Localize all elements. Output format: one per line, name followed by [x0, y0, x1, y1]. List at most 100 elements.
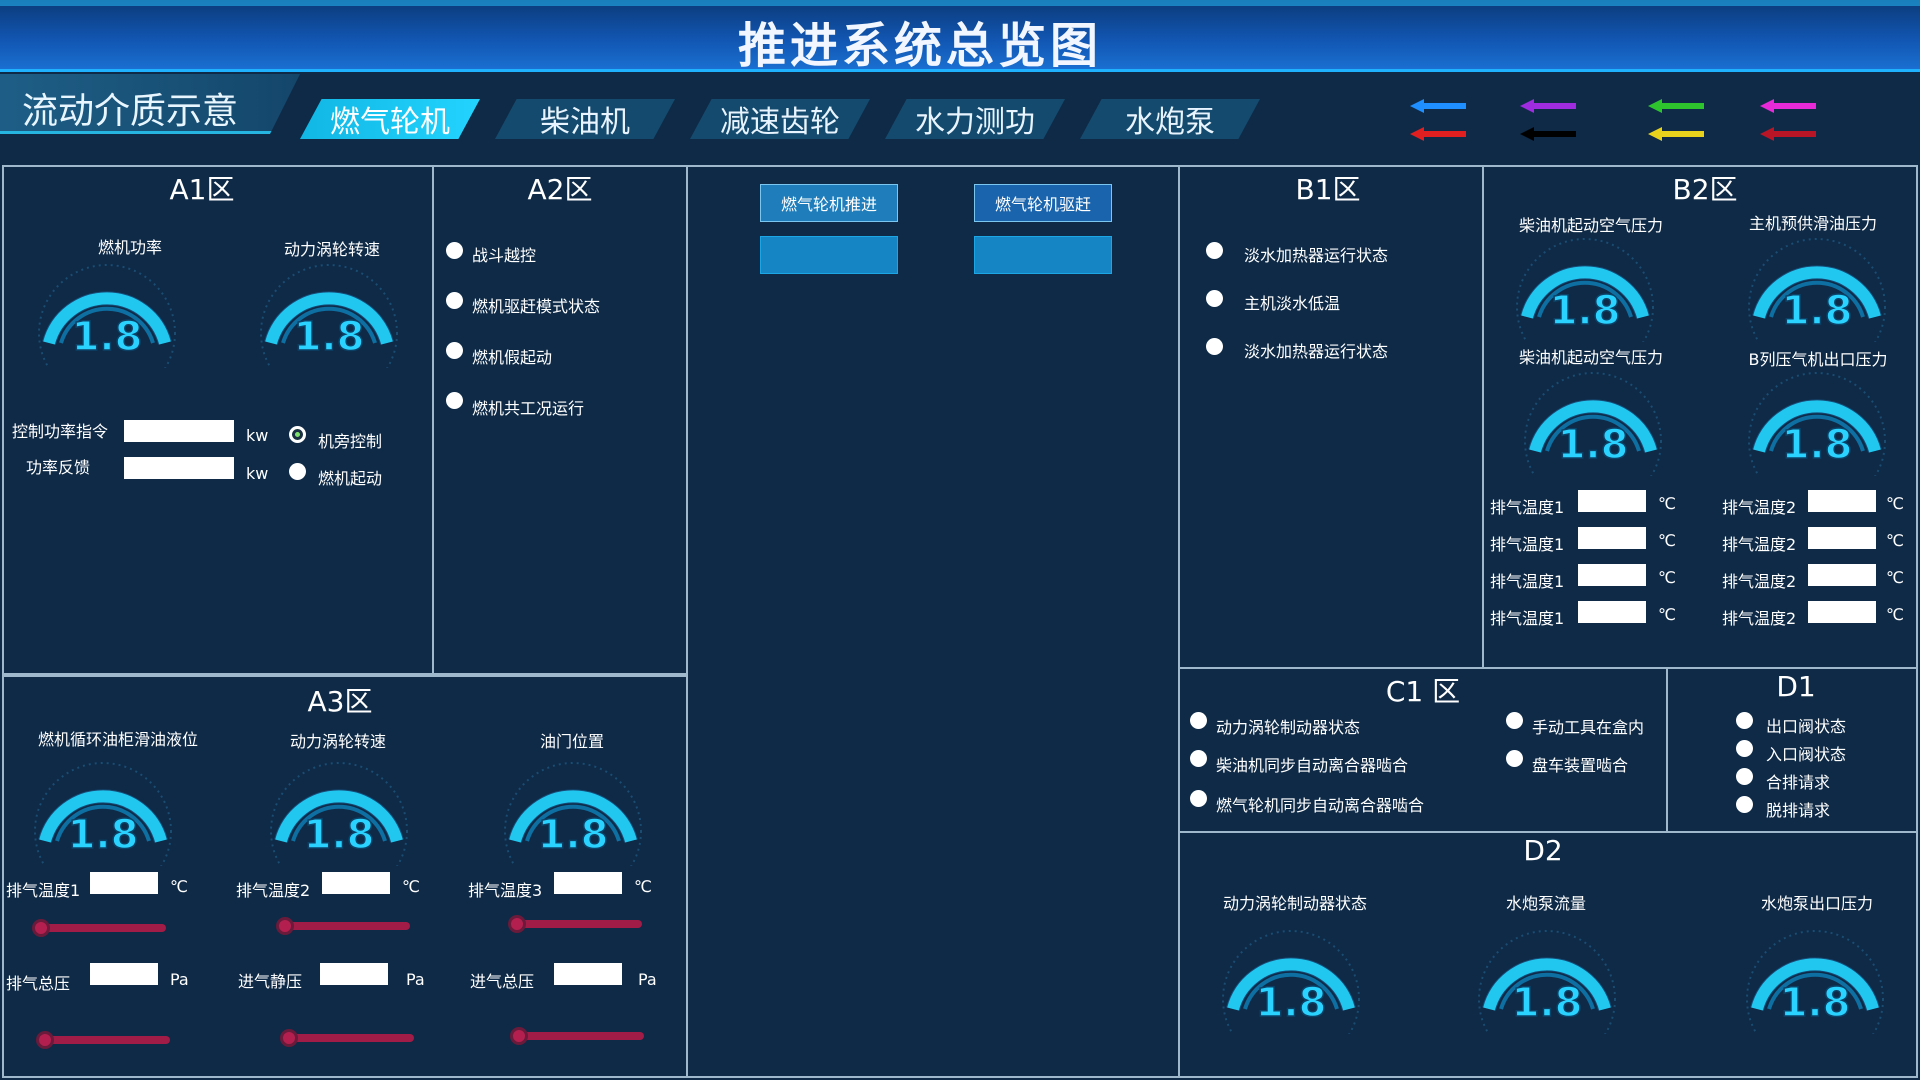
- radio-status[interactable]: [1190, 750, 1207, 767]
- legend-arrow: [1520, 98, 1576, 113]
- slider-track: [284, 1034, 414, 1042]
- radio-status[interactable]: [446, 392, 463, 409]
- legend-arrow: [1760, 126, 1816, 141]
- intake-static-pressure-field[interactable]: [320, 963, 388, 985]
- status-label: 合排请求: [1766, 773, 1831, 792]
- field-label: 排气温度2: [1722, 572, 1797, 591]
- radio-status[interactable]: [446, 292, 463, 309]
- power-command-field[interactable]: [124, 420, 234, 442]
- slider-knob[interactable]: [280, 1029, 298, 1047]
- exhaust-temp-field[interactable]: [1578, 490, 1646, 512]
- exhaust-temp-field[interactable]: [1808, 564, 1876, 586]
- status-label: 燃机共工况运行: [472, 399, 585, 418]
- status-label: 手动工具在盒内: [1532, 718, 1645, 737]
- field-label: 排气温度2: [1722, 609, 1797, 628]
- radio-status[interactable]: [1736, 740, 1753, 757]
- gauge: 1.8: [1742, 366, 1892, 510]
- radio-status[interactable]: [446, 242, 463, 259]
- tab-gas-turbine[interactable]: 燃气轮机: [300, 99, 480, 139]
- unit-label: ℃: [1658, 568, 1676, 587]
- legend-arrow: [1760, 98, 1816, 113]
- radio-status[interactable]: [1206, 290, 1223, 307]
- status-label: 主机淡水低温: [1244, 294, 1341, 313]
- gas-turbine-drive-button[interactable]: 燃气轮机驱赶: [974, 184, 1112, 222]
- status-label: 战斗越控: [472, 246, 537, 265]
- unit-label: ℃: [1886, 531, 1904, 550]
- tab-water-dynamometer[interactable]: 水力测功: [885, 99, 1065, 139]
- gauge-value: 1.8: [68, 812, 139, 858]
- radio-status[interactable]: [1206, 338, 1223, 355]
- exhaust-temp-2-field[interactable]: [322, 872, 390, 894]
- power-feedback-field[interactable]: [124, 457, 234, 479]
- tab-water-cannon-pump[interactable]: 水炮泵: [1080, 99, 1260, 139]
- status-label: 动力涡轮制动器状态: [1216, 718, 1361, 737]
- tab-diesel[interactable]: 柴油机: [495, 99, 675, 139]
- slider-track: [280, 922, 410, 930]
- gauge-value: 1.8: [304, 812, 375, 858]
- status-label: 淡水加热器运行状态: [1244, 342, 1389, 361]
- zone-a3-title: A3区: [307, 685, 373, 718]
- radio-engine-start[interactable]: [289, 463, 306, 480]
- gauge-label: 动力涡轮转速: [283, 240, 380, 259]
- radio-status[interactable]: [1506, 750, 1523, 767]
- radio-status[interactable]: [1506, 712, 1523, 729]
- unit-label: Pa: [638, 970, 657, 989]
- gauge: 1.8: [254, 258, 404, 402]
- radio-status[interactable]: [446, 342, 463, 359]
- slider-track: [36, 924, 166, 932]
- exhaust-temp-field[interactable]: [1578, 527, 1646, 549]
- gauge-label: 动力涡轮制动器状态: [1222, 894, 1367, 913]
- unit-label: Pa: [406, 970, 425, 989]
- radio-label: 燃机起动: [318, 469, 383, 488]
- gauge-value: 1.8: [538, 812, 609, 858]
- status-label: 柴油机同步自动离合器啮合: [1216, 756, 1409, 775]
- field-label: 排气温度2: [1722, 498, 1797, 517]
- exhaust-temp-field[interactable]: [1808, 601, 1876, 623]
- unit-label: ℃: [1886, 494, 1904, 513]
- exhaust-pressure-field[interactable]: [90, 963, 158, 985]
- gauge-label: 水炮泵流量: [1505, 894, 1586, 913]
- legend-arrow: [1410, 126, 1466, 141]
- exhaust-temp-field[interactable]: [1808, 527, 1876, 549]
- gauge-label: 动力涡轮转速: [289, 732, 386, 751]
- unit-label: ℃: [634, 877, 652, 896]
- unit-label: ℃: [1658, 605, 1676, 624]
- field-label: 控制功率指令: [12, 422, 109, 441]
- field-label: 排气温度2: [236, 881, 311, 900]
- zone-b2-title: B2区: [1672, 173, 1738, 206]
- slider-knob[interactable]: [36, 1031, 54, 1049]
- exhaust-temp-field[interactable]: [1578, 601, 1646, 623]
- tab-reduction-gear[interactable]: 减速齿轮: [690, 99, 870, 139]
- radio-status[interactable]: [1736, 768, 1753, 785]
- gas-turbine-propulsion-button[interactable]: 燃气轮机推进: [760, 184, 898, 222]
- intake-total-pressure-field[interactable]: [554, 963, 622, 985]
- slider-knob[interactable]: [508, 915, 526, 933]
- status-label: 盘车装置啮合: [1532, 756, 1629, 775]
- unit-label: ℃: [1658, 494, 1676, 513]
- radio-status[interactable]: [1190, 712, 1207, 729]
- exhaust-temp-1-field[interactable]: [90, 872, 158, 894]
- gauge: 1.8: [264, 756, 414, 900]
- zone-b1-title: B1区: [1295, 173, 1361, 206]
- gauge-label: 油门位置: [539, 732, 604, 751]
- gauge-label: 燃机循环油柜滑油液位: [37, 730, 198, 749]
- status-label: 燃气轮机同步自动离合器啮合: [1216, 796, 1425, 815]
- slider-knob[interactable]: [32, 919, 50, 937]
- exhaust-temp-field[interactable]: [1578, 564, 1646, 586]
- gauge: 1.8: [1510, 232, 1660, 376]
- radio-status[interactable]: [1206, 242, 1223, 259]
- exhaust-temp-field[interactable]: [1808, 490, 1876, 512]
- radio-status[interactable]: [1736, 796, 1753, 813]
- gauge-label: 柴油机起动空气压力: [1518, 348, 1663, 367]
- slider-knob[interactable]: [276, 917, 294, 935]
- status-label: 脱排请求: [1766, 801, 1831, 820]
- slider-knob[interactable]: [510, 1027, 528, 1045]
- gauge: 1.8: [1740, 924, 1890, 1068]
- legend-arrow: [1648, 126, 1704, 141]
- radio-status[interactable]: [1736, 712, 1753, 729]
- radio-status[interactable]: [1190, 790, 1207, 807]
- gauge: 1.8: [28, 756, 178, 900]
- radio-local-control[interactable]: [289, 426, 306, 443]
- legend-arrow: [1520, 126, 1576, 141]
- exhaust-temp-3-field[interactable]: [554, 872, 622, 894]
